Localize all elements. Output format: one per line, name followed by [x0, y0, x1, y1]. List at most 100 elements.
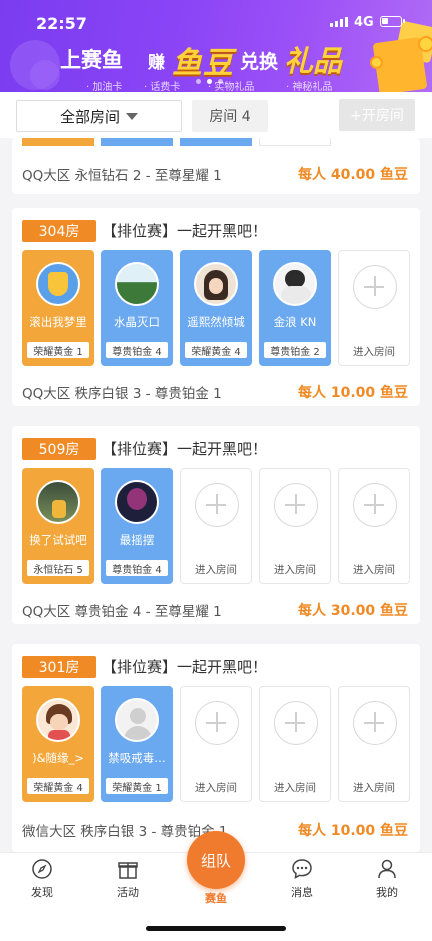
- message-icon: [291, 858, 313, 880]
- tab-label: 发现: [31, 886, 53, 899]
- enter-room-label: 进入房间: [353, 782, 395, 794]
- player-slot[interactable]: 水晶灭口 尊贵铂金 4: [101, 250, 173, 366]
- banner-earn: 赚: [148, 53, 165, 73]
- banner-exchange: 兑换: [240, 51, 279, 73]
- player-rank: 荣耀黄金 4: [27, 778, 89, 794]
- room-price: 每人 10.00 鱼豆: [297, 823, 408, 839]
- status-bar: 22:57 4G: [0, 0, 432, 44]
- user-icon: [376, 858, 398, 880]
- team-up-button[interactable]: 组队: [187, 831, 245, 889]
- room-price: 每人 10.00 鱼豆: [297, 385, 408, 401]
- room-card[interactable]: 509房 【排位赛】一起开黑吧！ 换了试试吧 永恒钻石 5 最摇摆 尊贵铂金 4…: [12, 426, 420, 624]
- tab-discover[interactable]: 发现: [12, 858, 72, 900]
- plus-icon: [195, 701, 239, 745]
- room-card[interactable]: 304房 【排位赛】一起开黑吧！ 滚出我梦里 荣耀黄金 1 水晶灭口 尊贵铂金 …: [12, 208, 420, 406]
- player-rank: 尊贵铂金 2: [264, 342, 326, 358]
- player-slot[interactable]: 换了试试吧 永恒钻石 5: [22, 468, 94, 584]
- player-name: 金浪 KN: [273, 315, 317, 329]
- room-card-partial[interactable]: QQ大区 永恒钻石 2 - 至尊星耀 1 每人 40.00 鱼豆: [12, 138, 420, 194]
- empty-slot[interactable]: 进入房间: [338, 468, 410, 584]
- player-name: 遥熙然倾城: [187, 315, 245, 329]
- player-rank: 荣耀黄金 4: [185, 342, 247, 358]
- open-room-button[interactable]: +开房间: [339, 99, 415, 131]
- banner-sub: · 话费卡: [144, 82, 181, 92]
- banner-gift: 礼品: [284, 44, 343, 78]
- player-slot[interactable]: 禁吸戒毒… 荣耀黄金 1: [101, 686, 173, 802]
- player-slot[interactable]: 遥熙然倾城 荣耀黄金 4: [180, 250, 252, 366]
- plus-icon: [353, 701, 397, 745]
- banner-yudou: 鱼豆: [172, 46, 234, 81]
- player-name: 最摇摆: [119, 533, 155, 547]
- player-name: 水晶灭口: [114, 315, 160, 329]
- tab-messages[interactable]: 消息: [272, 858, 332, 900]
- compass-icon: [31, 858, 53, 880]
- home-indicator: [146, 926, 286, 931]
- player-rank: 尊贵铂金 4: [106, 560, 168, 576]
- banner-title: 上赛鱼: [60, 48, 123, 72]
- room-info: QQ大区 永恒钻石 2 - 至尊星耀 1: [22, 168, 222, 184]
- banner-sub: · 加油卡: [86, 82, 123, 92]
- empty-slot[interactable]: 进入房间: [338, 250, 410, 366]
- all-rooms-dropdown[interactable]: 全部房间: [16, 100, 182, 132]
- player-name: 换了试试吧: [29, 533, 87, 547]
- room-title: 【排位赛】一起开黑吧！: [102, 440, 268, 458]
- player-rank: 尊贵铂金 4: [106, 342, 168, 358]
- plus-icon: [274, 483, 318, 527]
- player-slot[interactable]: 最摇摆 尊贵铂金 4: [101, 468, 173, 584]
- room-number-badge: 304房: [22, 220, 96, 242]
- coin-icon: [370, 56, 383, 69]
- room-number-badge: 509房: [22, 438, 96, 460]
- avatar: [36, 262, 80, 306]
- network-type: 4G: [354, 15, 374, 30]
- player-rank: 荣耀黄金 1: [27, 342, 89, 358]
- tab-activity[interactable]: 活动: [98, 858, 158, 900]
- tab-label: 活动: [117, 886, 139, 899]
- room-info: QQ大区 尊贵铂金 4 - 至尊星耀 1: [22, 604, 222, 620]
- banner-sub: · 神秘礼品: [286, 82, 333, 92]
- caret-down-icon: [126, 112, 138, 120]
- battery-icon: [380, 16, 405, 27]
- carousel-dots: [196, 79, 223, 84]
- player-slot[interactable]: 金浪 KN 尊贵铂金 2: [259, 250, 331, 366]
- plus-icon: [195, 483, 239, 527]
- empty-slot[interactable]: 进入房间: [180, 468, 252, 584]
- room-price: 每人 30.00 鱼豆: [297, 603, 408, 619]
- room-info: QQ大区 秩序白银 3 - 尊贵铂金 1: [22, 386, 222, 402]
- player-slot[interactable]: )&随缘_> 荣耀黄金 4: [22, 686, 94, 802]
- room-card[interactable]: 301房 【排位赛】一起开黑吧！ )&随缘_> 荣耀黄金 4 禁吸戒毒… 荣耀黄…: [12, 644, 420, 852]
- player-name: )&随缘_>: [32, 751, 84, 765]
- empty-slot[interactable]: 进入房间: [259, 468, 331, 584]
- room-title: 【排位赛】一起开黑吧！: [102, 222, 268, 240]
- plus-icon: [353, 483, 397, 527]
- tab-label: 我的: [376, 886, 398, 899]
- tab-label: 消息: [291, 886, 313, 899]
- room-number-badge: 301房: [22, 656, 96, 678]
- avatar: [115, 480, 159, 524]
- enter-room-label: 进入房间: [274, 564, 316, 576]
- tab-saiyu[interactable]: 赛鱼: [186, 890, 246, 906]
- empty-slot[interactable]: 进入房间: [259, 686, 331, 802]
- room-number-button[interactable]: 房间 4: [192, 100, 268, 132]
- avatar: [36, 480, 80, 524]
- avatar: [194, 262, 238, 306]
- player-slot[interactable]: 滚出我梦里 荣耀黄金 1: [22, 250, 94, 366]
- gift-icon: [117, 858, 139, 880]
- tab-mine[interactable]: 我的: [357, 858, 417, 900]
- empty-slot[interactable]: 进入房间: [180, 686, 252, 802]
- avatar: [115, 262, 159, 306]
- enter-room-label: 进入房间: [195, 782, 237, 794]
- promo-banner[interactable]: 上赛鱼 赚 鱼豆 兑换 礼品 · 加油卡 · 话费卡 · 实物礼品 · 神秘礼品…: [0, 0, 432, 92]
- avatar: [115, 698, 159, 742]
- player-rank: 永恒钻石 5: [27, 560, 89, 576]
- status-time: 22:57: [36, 14, 87, 33]
- plus-icon: [353, 265, 397, 309]
- signal-icon: [330, 17, 348, 27]
- all-rooms-label: 全部房间: [59, 107, 120, 126]
- avatar: [273, 262, 317, 306]
- empty-slot[interactable]: 进入房间: [338, 686, 410, 802]
- room-title: 【排位赛】一起开黑吧！: [102, 658, 268, 676]
- enter-room-label: 进入房间: [195, 564, 237, 576]
- room-price: 每人 40.00 鱼豆: [297, 167, 408, 183]
- player-rank: 荣耀黄金 1: [106, 778, 168, 794]
- player-name: 禁吸戒毒…: [108, 751, 166, 765]
